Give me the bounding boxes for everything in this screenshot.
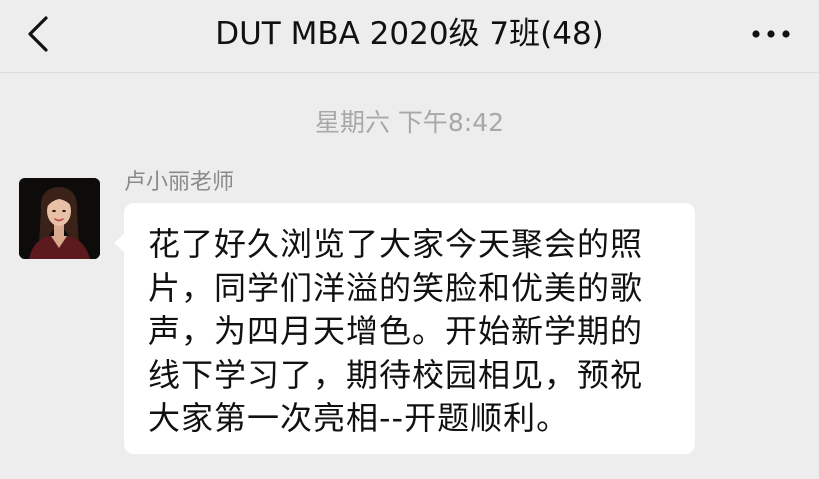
more-button[interactable] — [741, 12, 801, 56]
back-button[interactable] — [14, 10, 62, 58]
message-timestamp: 星期六 下午8:42 — [314, 108, 505, 137]
sender-name: 卢小丽老师 — [124, 170, 235, 195]
message-bubble[interactable]: 花了好久浏览了大家今天聚会的照片，同学们洋溢的笑脸和优美的歌声，为四月天增色。开… — [114, 203, 695, 454]
chat-title: DUT MBA 2020级 7班(48) — [215, 16, 604, 52]
message-text: 花了好久浏览了大家今天聚会的照片，同学们洋溢的笑脸和优美的歌声，为四月天增色。开… — [148, 225, 644, 437]
bubble-tail — [114, 233, 125, 253]
sender-avatar[interactable] — [19, 178, 100, 259]
more-dots-icon — [752, 30, 790, 38]
chevron-left-icon — [28, 16, 48, 52]
nav-bar: DUT MBA 2020级 7班(48) — [0, 0, 819, 73]
chat-screen: DUT MBA 2020级 7班(48) 星期六 下午8:42 卢小丽老师 花了… — [0, 0, 819, 479]
woman-portrait-avatar — [19, 178, 100, 259]
